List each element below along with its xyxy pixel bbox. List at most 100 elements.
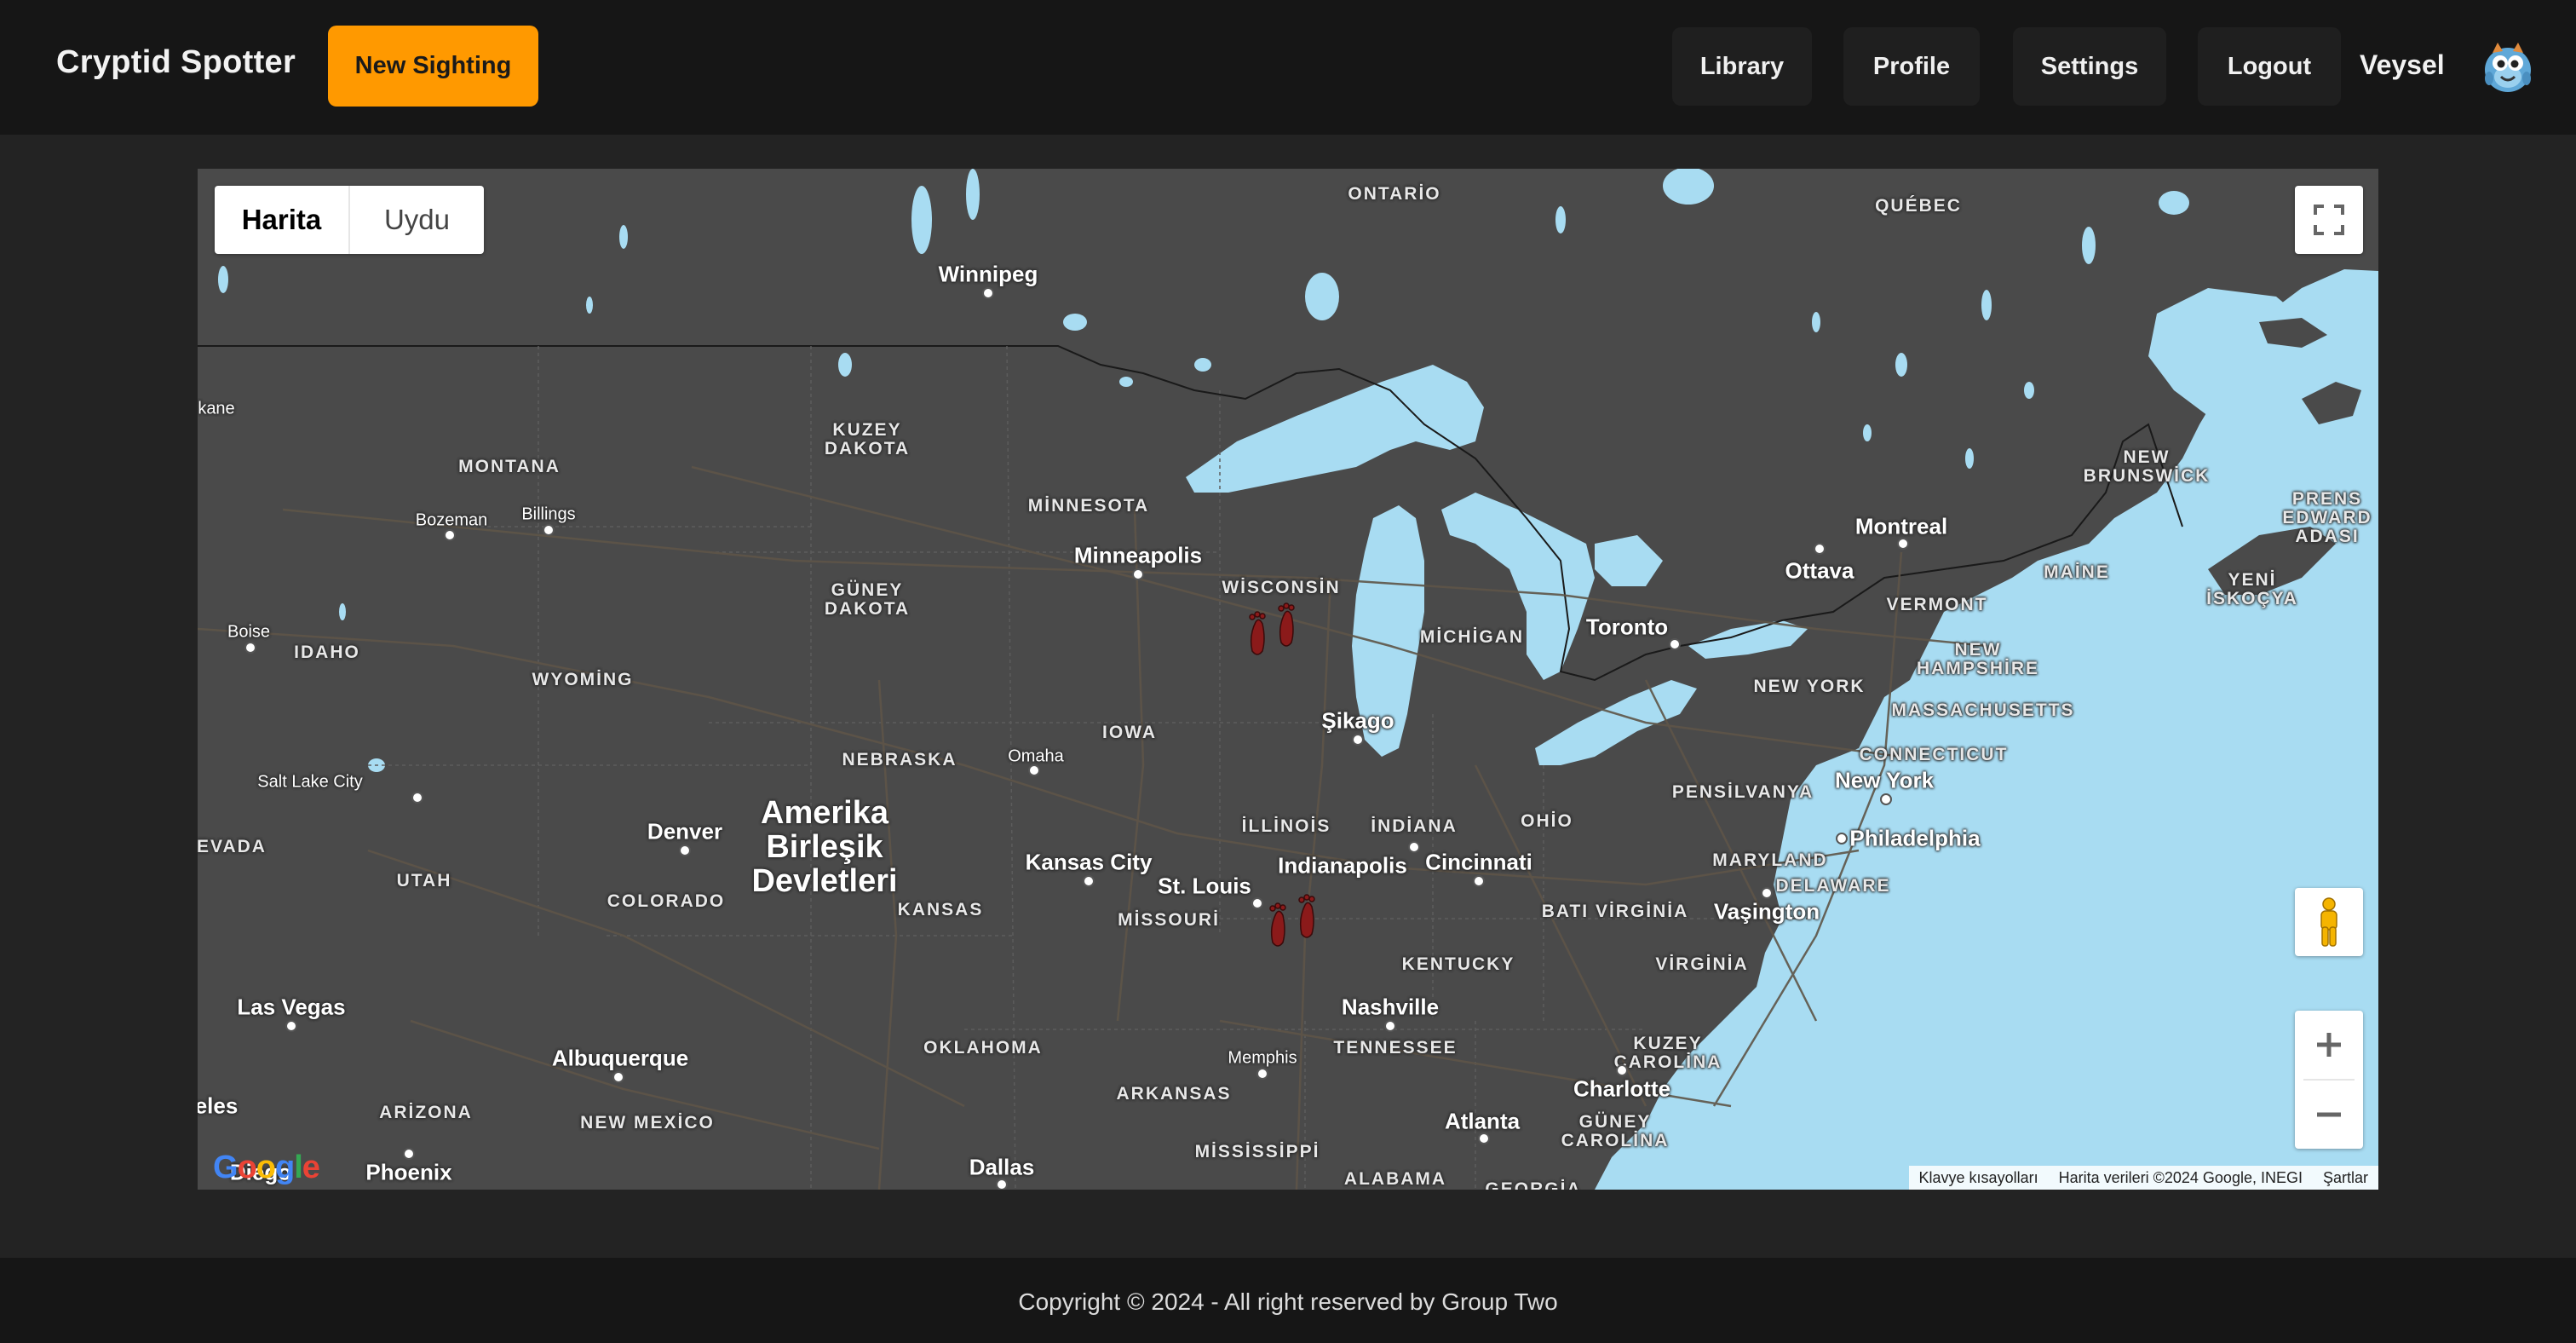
zoom-control (2295, 1011, 2363, 1149)
map-label-new-hampshire: NEW HAMPSHİRE (1916, 640, 2040, 678)
map-label-prens-edward: PRENS EDWARD ADASI (2282, 489, 2372, 546)
map-label-arizona: ARİZONA (379, 1103, 473, 1122)
map-label-arkansas: ARKANSAS (1116, 1084, 1232, 1104)
map-label-toronto: Toronto (1585, 614, 1669, 640)
city-dot (1669, 638, 1681, 650)
map-label-vasington: Vaşington (1713, 898, 1820, 925)
sighting-marker[interactable] (1264, 893, 1325, 951)
minus-icon (2317, 1112, 2341, 1117)
map-label-guney-carolina: GÜNEY CAROLİNA (1561, 1112, 1670, 1150)
new-sighting-button[interactable]: New Sighting (328, 26, 538, 107)
city-dot (543, 524, 555, 536)
map-label-pensilvanya: PENSİLVANYA (1671, 782, 1814, 802)
nav-logout-button[interactable]: Logout (2198, 27, 2341, 106)
map-label-new-york-state: NEW YORK (1753, 677, 1866, 696)
map-label-memphis: Memphis (1228, 1048, 1297, 1068)
map-label-sikago: Şikago (1321, 707, 1394, 734)
zoom-in-button[interactable] (2295, 1011, 2363, 1079)
city-dot (1251, 897, 1263, 909)
map-label-kentucky: KENTUCKY (1401, 954, 1515, 974)
map-label-atlanta: Atlanta (1444, 1108, 1521, 1134)
map-label-billings: Billings (521, 504, 576, 524)
navbar: Cryptid Spotter New Sighting Library Pro… (0, 0, 2576, 135)
city-dot (1256, 1068, 1268, 1080)
map-label-nevada: EVADA (198, 837, 267, 856)
map-label-georgia: GEORGİA (1485, 1179, 1582, 1190)
terms-link[interactable]: Şartlar (2313, 1169, 2378, 1187)
map-label-kuzey-dakota: KUZEY DAKOTA (824, 420, 911, 458)
map-label-maine: MAİNE (2044, 562, 2110, 582)
map-label-illinois: İLLİNOİS (1241, 816, 1331, 836)
map-label-minneapolis: Minneapolis (1073, 542, 1203, 568)
map-label-mississippi: MİSSİSSİPPİ (1194, 1142, 1320, 1161)
sighting-marker[interactable] (1244, 602, 1305, 660)
map-label-michigan: MİCHİGAN (1419, 627, 1525, 647)
map-label-new-brunswick: NEW BRUNSWİCK (2083, 447, 2211, 486)
keyboard-shortcuts-link[interactable]: Klavye kısayolları (1909, 1169, 2049, 1187)
map-label-nebraska: NEBRASKA (842, 750, 957, 769)
map-label-phoenix: Phoenix (365, 1159, 452, 1185)
map-label-albuquerque: Albuquerque (551, 1045, 689, 1071)
map-label-los-angeles: eles (198, 1092, 239, 1119)
street-view-button[interactable] (2295, 888, 2363, 956)
nav-profile-button[interactable]: Profile (1843, 27, 1980, 106)
map-label-country: Amerika Birleşik Devletleri (751, 795, 898, 899)
google-logo[interactable]: Google (213, 1150, 320, 1186)
city-dot (1408, 841, 1420, 853)
city-dot (612, 1071, 624, 1083)
map-label-bati-virginia: BATI VİRGİNİA (1541, 902, 1689, 921)
map-label-salt-lake-city: Salt Lake City (257, 772, 363, 792)
city-dot (285, 1020, 297, 1032)
map-label-idaho: IDAHO (294, 643, 360, 662)
city-dot (1880, 793, 1892, 805)
fullscreen-button[interactable] (2295, 186, 2363, 254)
city-dot (403, 1148, 415, 1160)
footer: Copyright © 2024 - All right reserved by… (0, 1258, 2576, 1343)
map-data-text: Harita verileri ©2024 Google, INEGI (2058, 1168, 2303, 1186)
map-label-spokane: kane (198, 399, 235, 418)
map-label-quebec: QUÉBEC (1875, 196, 1962, 216)
map-label-alabama: ALABAMA (1343, 1169, 1447, 1189)
map-label-maryland: MARYLAND (1712, 850, 1828, 870)
map-label-ontario: ONTARİO (1348, 184, 1441, 204)
map-label-bozeman: Bozeman (415, 510, 488, 530)
map-label-vermont: VERMONT (1886, 595, 1988, 614)
city-dot (1028, 764, 1040, 776)
city-dot (1384, 1020, 1396, 1032)
avatar[interactable] (2477, 34, 2539, 95)
map-label-st-louis: St. Louis (1158, 873, 1251, 899)
map-label-guney-dakota: GÜNEY DAKOTA (824, 580, 911, 619)
map-label-massachusetts: MASSACHUSETTS (1891, 700, 2075, 720)
map-label-charlotte: Charlotte (1573, 1075, 1671, 1102)
city-dot (982, 287, 994, 299)
map-type-map-button[interactable]: Harita (215, 186, 350, 254)
city-dot (679, 844, 691, 856)
city-dot (1897, 538, 1909, 550)
username-label: Veysel (2360, 49, 2445, 80)
map-label-las-vegas: Las Vegas (237, 994, 346, 1020)
city-dot (1836, 833, 1848, 844)
map-label-yeni-iskocya: YENİ İSKOÇYA (2206, 570, 2298, 608)
brand-logo[interactable]: Cryptid Spotter (56, 44, 296, 81)
pegman-icon (2320, 897, 2337, 947)
city-dot (1083, 875, 1095, 887)
zoom-out-button[interactable] (2295, 1081, 2363, 1149)
map-label-new-york: New York (1834, 767, 1935, 793)
city-dot (1473, 875, 1485, 887)
city-dot (996, 1179, 1008, 1190)
map-label-kansas: KANSAS (897, 900, 984, 919)
fullscreen-icon (2314, 205, 2344, 235)
nav-library-button[interactable]: Library (1672, 27, 1812, 106)
map-label-boise: Boise (227, 622, 271, 642)
city-dot (1132, 568, 1144, 580)
plus-icon (2317, 1033, 2341, 1057)
sightings-map[interactable]: ONTARİO QUÉBEC Winnipeg kane KUZEY DAKOT… (198, 169, 2378, 1190)
map-label-indiana: İNDİANA (1371, 816, 1458, 836)
copyright-text: Copyright © 2024 - All right reserved by… (1018, 1288, 1558, 1315)
map-label-wyoming: WYOMİNG (532, 670, 634, 689)
city-dot (1761, 887, 1773, 899)
map-label-denver: Denver (647, 818, 723, 844)
map-type-satellite-button[interactable]: Uydu (350, 186, 484, 254)
nav-settings-button[interactable]: Settings (2013, 27, 2166, 106)
city-dot (1616, 1064, 1628, 1076)
